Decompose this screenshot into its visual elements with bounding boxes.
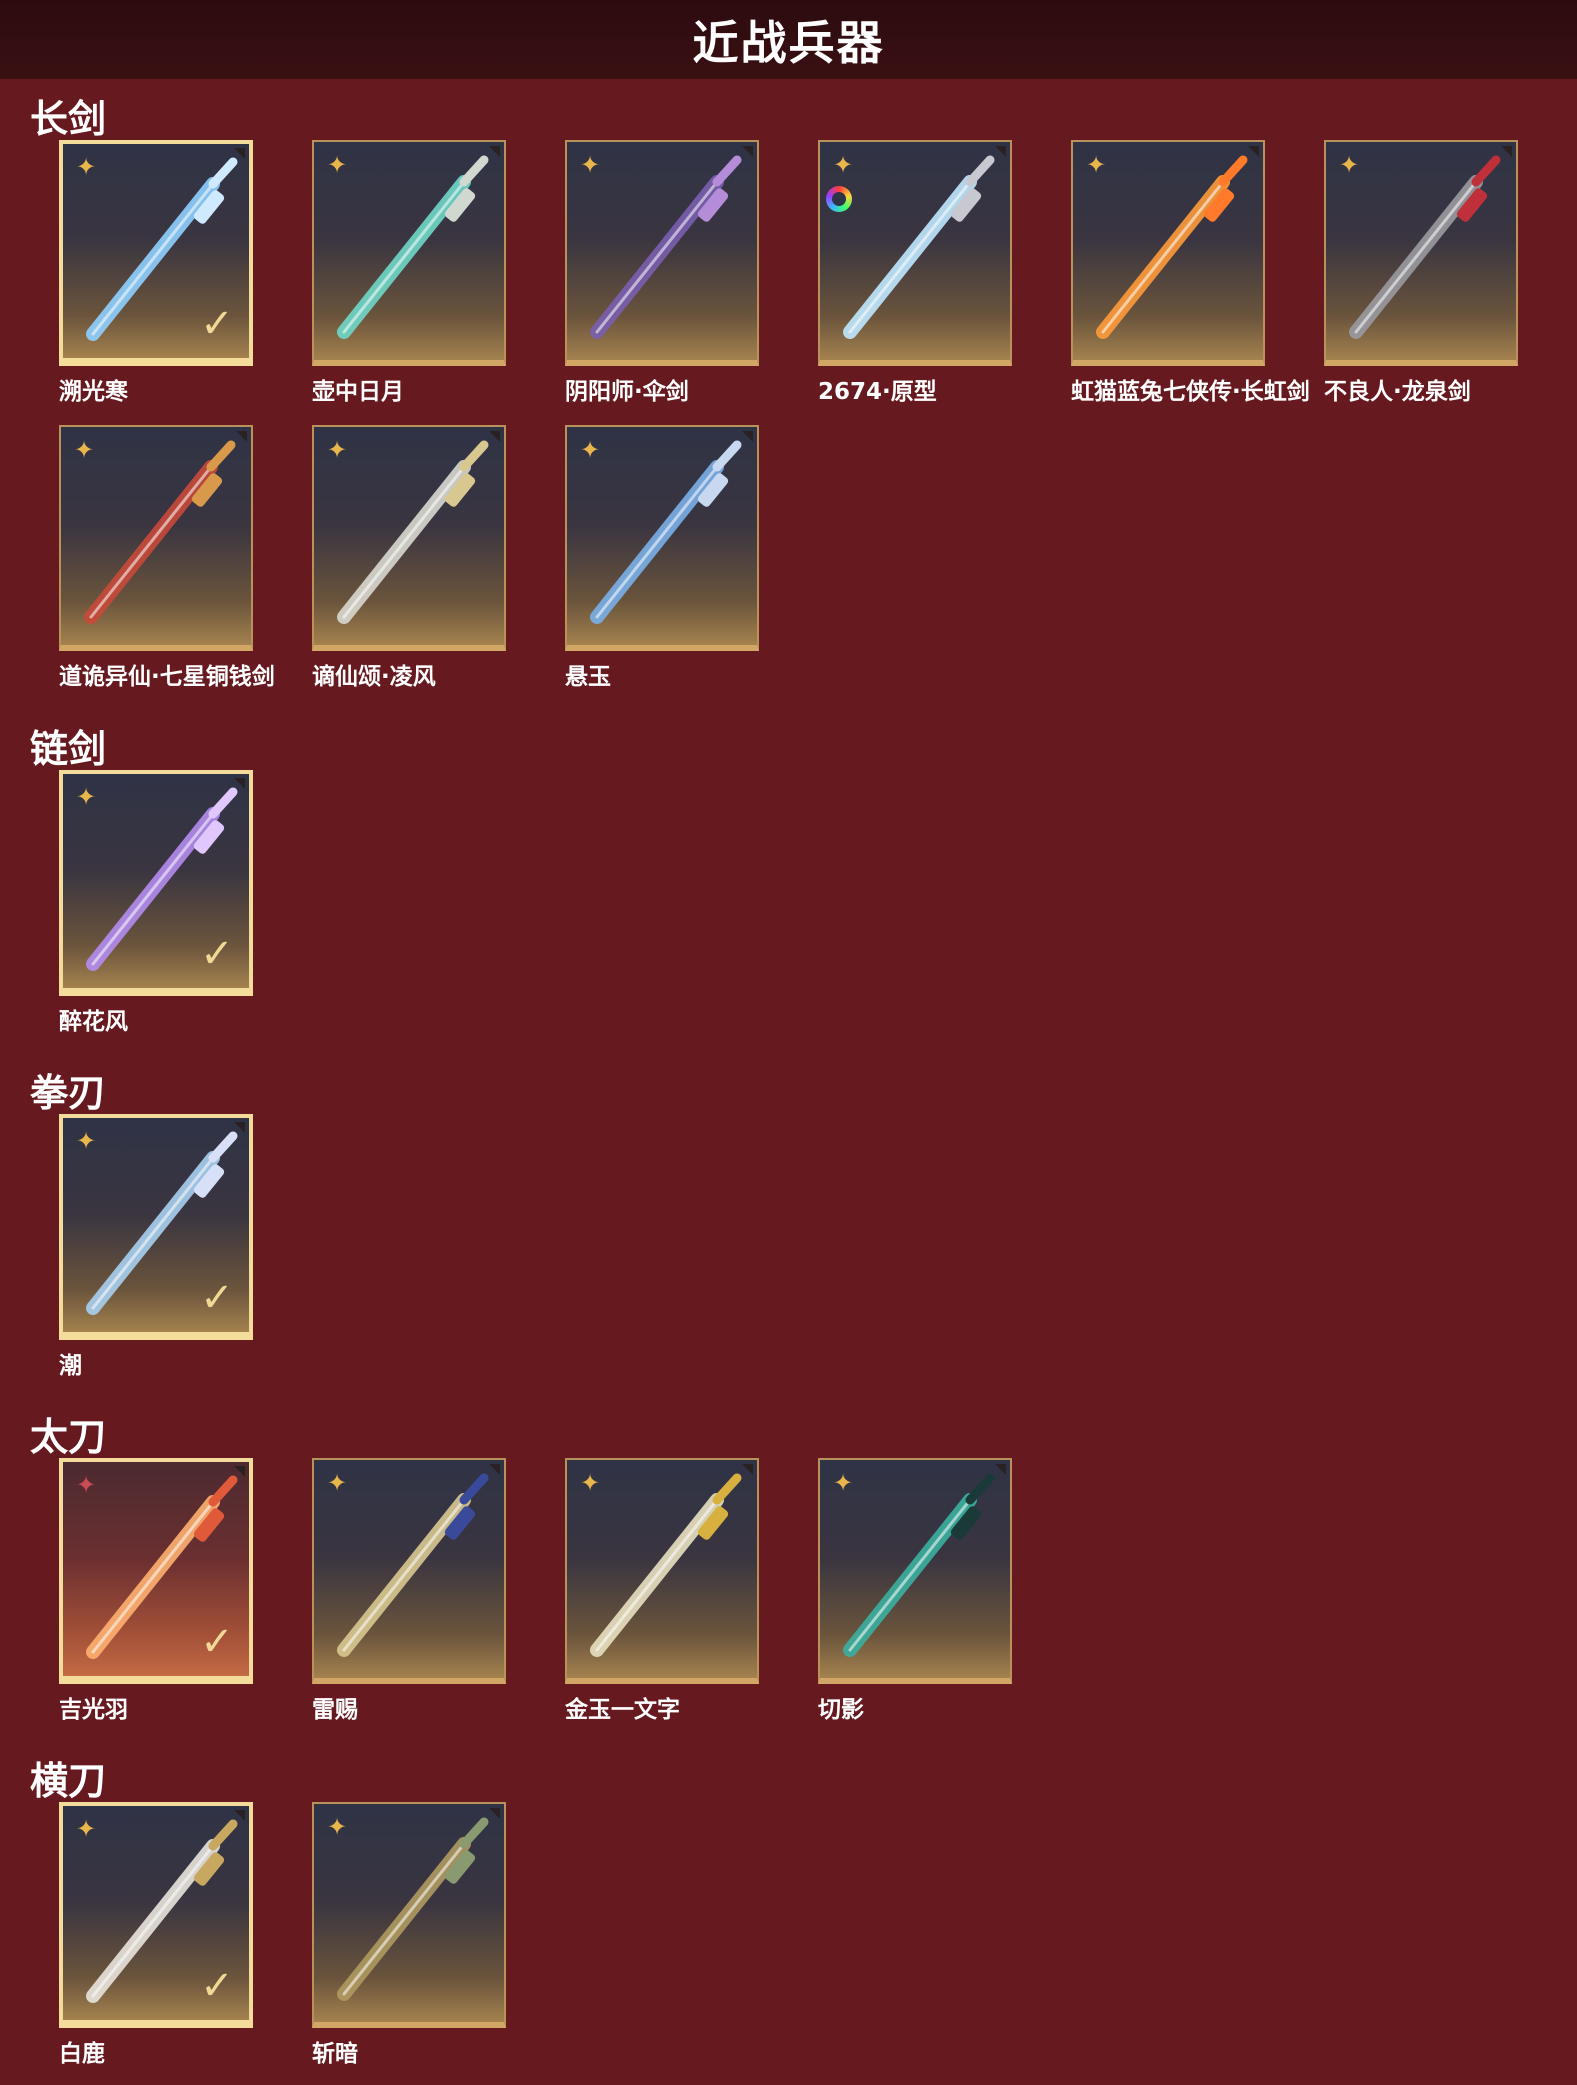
weapon-thumbnail[interactable]: ✦ ✓ xyxy=(59,770,253,996)
star-icon: ✦ xyxy=(832,1469,854,1497)
weapon-card[interactable]: ✦ ✓ 白鹿 xyxy=(59,1802,253,2067)
weapon-thumbnail[interactable]: ✦ xyxy=(565,140,759,366)
weapon-card[interactable]: ✦ ✓ 溯光寒 xyxy=(59,140,253,405)
weapon-card[interactable]: ✦ 不良人·龙泉剑 xyxy=(1324,140,1518,405)
weapon-name: 不良人·龙泉剑 xyxy=(1324,379,1471,405)
weapon-thumbnail[interactable]: ✦ xyxy=(565,1458,759,1684)
star-icon: ✦ xyxy=(579,151,601,179)
weapon-thumbnail[interactable]: ✦ xyxy=(59,425,253,651)
weapon-card[interactable]: ✦ ✓ 吉光羽 xyxy=(59,1458,253,1723)
weapon-thumbnail[interactable]: ✦ xyxy=(312,140,506,366)
category-title: 横刀 xyxy=(30,1759,107,1803)
weapon-thumbnail[interactable]: ✦ xyxy=(312,1802,506,2028)
checkmark-icon: ✓ xyxy=(200,1619,234,1665)
weapon-name: 雷赐 xyxy=(312,1697,358,1723)
checkmark-icon: ✓ xyxy=(200,1275,234,1321)
weapon-thumbnail[interactable]: ✦ xyxy=(818,140,1012,366)
star-icon: ✦ xyxy=(75,783,97,811)
weapon-name: 道诡异仙·七星铜钱剑 xyxy=(59,664,275,690)
checkmark-icon: ✓ xyxy=(200,931,234,977)
weapon-thumbnail[interactable]: ✦ xyxy=(1071,140,1265,366)
weapon-thumbnail[interactable]: ✦ xyxy=(818,1458,1012,1684)
weapon-card[interactable]: ✦ ✓ 醉花风 xyxy=(59,770,253,1035)
star-icon: ✦ xyxy=(73,436,95,464)
star-icon: ✦ xyxy=(326,1469,348,1497)
weapon-card[interactable]: ✦ 2674·原型 xyxy=(818,140,1012,405)
checkmark-icon: ✓ xyxy=(200,1963,234,2009)
red-star-icon: ✦ xyxy=(75,1471,97,1499)
weapon-thumbnail[interactable]: ✦ xyxy=(312,425,506,651)
category-title: 长剑 xyxy=(30,97,107,141)
weapon-thumbnail[interactable]: ✦ xyxy=(312,1458,506,1684)
star-icon: ✦ xyxy=(579,1469,601,1497)
star-icon: ✦ xyxy=(579,436,601,464)
color-wheel-icon[interactable] xyxy=(826,186,852,212)
star-icon: ✦ xyxy=(1338,151,1360,179)
weapon-name: 悬玉 xyxy=(565,664,611,690)
weapon-name: 吉光羽 xyxy=(59,1697,128,1723)
weapon-card[interactable]: ✦ 虹猫蓝兔七侠传·长虹剑 xyxy=(1071,140,1310,405)
weapon-thumbnail[interactable]: ✦ xyxy=(565,425,759,651)
star-icon: ✦ xyxy=(75,1815,97,1843)
weapon-card[interactable]: ✦ 切影 xyxy=(818,1458,1012,1723)
weapon-thumbnail[interactable]: ✦ ✓ xyxy=(59,1114,253,1340)
weapon-name: 2674·原型 xyxy=(818,379,937,405)
weapon-name: 阴阳师·伞剑 xyxy=(565,379,689,405)
header-bar: 近战兵器 xyxy=(0,0,1577,79)
weapon-name: 溯光寒 xyxy=(59,379,128,405)
star-icon: ✦ xyxy=(832,151,854,179)
weapon-card[interactable]: ✦ 雷赐 xyxy=(312,1458,506,1723)
weapon-name: 醉花风 xyxy=(59,1009,128,1035)
weapon-card[interactable]: ✦ 斩暗 xyxy=(312,1802,506,2067)
weapon-card[interactable]: ✦ 谪仙颂·凌风 xyxy=(312,425,506,690)
weapon-name: 斩暗 xyxy=(312,2041,358,2067)
weapon-thumbnail[interactable]: ✦ ✓ xyxy=(59,1802,253,2028)
star-icon: ✦ xyxy=(326,1813,348,1841)
category-title: 拳刃 xyxy=(30,1071,107,1115)
weapon-name: 壶中日月 xyxy=(312,379,404,405)
category-title: 链剑 xyxy=(30,727,107,771)
weapon-thumbnail[interactable]: ✦ ✓ xyxy=(59,1458,253,1684)
weapon-card[interactable]: ✦ 阴阳师·伞剑 xyxy=(565,140,759,405)
weapon-card[interactable]: ✦ 悬玉 xyxy=(565,425,759,690)
weapon-card[interactable]: ✦ 道诡异仙·七星铜钱剑 xyxy=(59,425,275,690)
weapon-name: 切影 xyxy=(818,1697,864,1723)
weapon-name: 白鹿 xyxy=(59,2041,105,2067)
category-title: 太刀 xyxy=(30,1415,107,1459)
weapon-name: 谪仙颂·凌风 xyxy=(312,664,436,690)
weapon-name: 虹猫蓝兔七侠传·长虹剑 xyxy=(1071,379,1310,405)
star-icon: ✦ xyxy=(1085,151,1107,179)
weapon-thumbnail[interactable]: ✦ ✓ xyxy=(59,140,253,366)
star-icon: ✦ xyxy=(75,153,97,181)
star-icon: ✦ xyxy=(75,1127,97,1155)
star-icon: ✦ xyxy=(326,151,348,179)
star-icon: ✦ xyxy=(326,436,348,464)
page-title: 近战兵器 xyxy=(692,15,885,70)
weapon-name: 潮 xyxy=(59,1353,82,1379)
weapon-card[interactable]: ✦ ✓ 潮 xyxy=(59,1114,253,1379)
weapon-card[interactable]: ✦ 壶中日月 xyxy=(312,140,506,405)
weapon-name: 金玉一文字 xyxy=(565,1697,680,1723)
weapon-thumbnail[interactable]: ✦ xyxy=(1324,140,1518,366)
checkmark-icon: ✓ xyxy=(200,301,234,347)
weapon-card[interactable]: ✦ 金玉一文字 xyxy=(565,1458,759,1723)
